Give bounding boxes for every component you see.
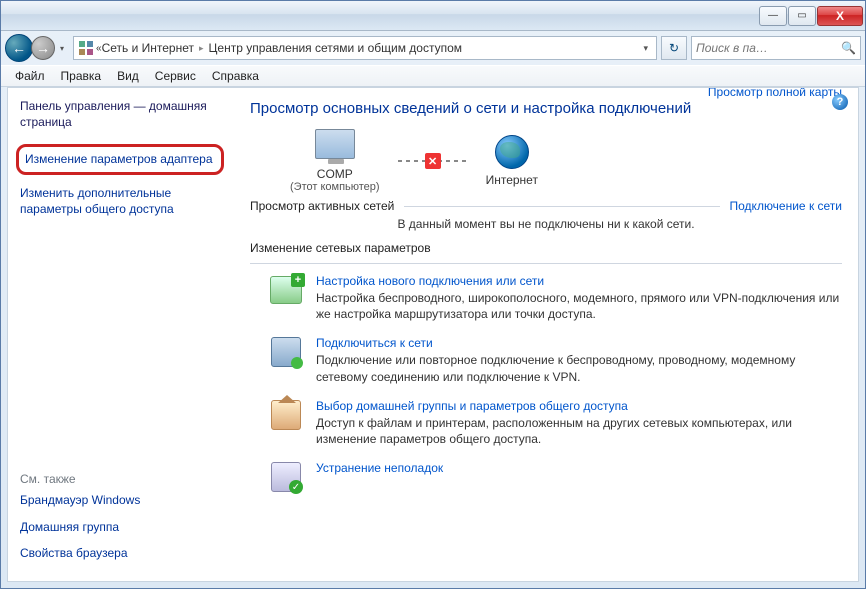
connect-link[interactable]: Подключение к сети: [730, 199, 842, 213]
sidebar-browser[interactable]: Свойства браузера: [20, 545, 224, 561]
highlighted-adapter-link: Изменение параметров адаптера: [16, 144, 224, 174]
menu-bar: Файл Правка Вид Сервис Справка: [1, 65, 865, 87]
task-connect[interactable]: Подключиться к сети Подключение или повт…: [268, 336, 842, 384]
search-box[interactable]: 🔍: [691, 36, 861, 60]
active-networks-label: Просмотр активных сетей: [250, 199, 394, 213]
main-panel: ? Просмотр основных сведений о сети и на…: [228, 88, 858, 581]
task-homegroup[interactable]: Выбор домашней группы и параметров общег…: [268, 399, 842, 447]
page-title: Просмотр основных сведений о сети и наст…: [250, 100, 842, 117]
see-also-heading: См. также: [20, 472, 224, 486]
globe-icon: [495, 135, 529, 169]
network-line: ✕: [398, 160, 468, 162]
menu-view[interactable]: Вид: [109, 67, 147, 85]
sidebar-homegroup[interactable]: Домашняя группа: [20, 519, 224, 535]
breadcrumb-overflow[interactable]: «: [96, 43, 100, 54]
wizard-icon: [270, 276, 302, 304]
address-bar[interactable]: « Сеть и Интернет ▸ Центр управления сет…: [73, 36, 657, 60]
minimize-button[interactable]: —: [759, 6, 787, 26]
sidebar-sharing-settings[interactable]: Изменить дополнительные параметры общего…: [20, 185, 224, 217]
sidebar: Панель управления — домашняя страница Из…: [8, 88, 228, 581]
breadcrumb-part2[interactable]: Центр управления сетями и общим доступом: [209, 41, 463, 55]
task-homegroup-desc: Доступ к файлам и принтерам, расположенн…: [316, 415, 842, 447]
homegroup-icon: [271, 400, 301, 430]
task-connect-title[interactable]: Подключиться к сети: [316, 336, 842, 350]
task-new-connection[interactable]: Настройка нового подключения или сети На…: [268, 274, 842, 322]
search-input[interactable]: [696, 41, 839, 55]
task-troubleshoot-title[interactable]: Устранение неполадок: [316, 461, 443, 475]
sidebar-firewall[interactable]: Брандмауэр Windows: [20, 492, 224, 508]
back-button[interactable]: ←: [5, 34, 33, 62]
menu-help[interactable]: Справка: [204, 67, 267, 85]
sidebar-adapter-settings[interactable]: Изменение параметров адаптера: [25, 151, 215, 167]
task-troubleshoot[interactable]: Устранение неполадок: [268, 461, 842, 493]
change-settings-label: Изменение сетевых параметров: [250, 241, 842, 255]
menu-file[interactable]: Файл: [7, 67, 53, 85]
computer-icon: [315, 129, 355, 159]
no-network-message: В данный момент вы не подключены ни к ка…: [250, 217, 842, 231]
close-button[interactable]: X: [817, 6, 863, 26]
active-networks-section: Просмотр активных сетей Подключение к се…: [250, 199, 842, 213]
internet-label: Интернет: [486, 173, 538, 187]
computer-name: COMP: [317, 167, 353, 181]
window: — ▭ X ← → ▾ « Сеть и Интернет ▸ Центр уп…: [0, 0, 866, 589]
troubleshoot-icon: [271, 462, 301, 492]
menu-service[interactable]: Сервис: [147, 67, 204, 85]
internet-node: Интернет: [486, 135, 538, 187]
task-new-connection-desc: Настройка беспроводного, широкополосного…: [316, 290, 842, 322]
breadcrumb-part1[interactable]: Сеть и Интернет: [102, 41, 194, 55]
task-homegroup-title[interactable]: Выбор домашней группы и параметров общег…: [316, 399, 842, 413]
disconnected-icon: ✕: [425, 153, 441, 169]
task-connect-desc: Подключение или повторное подключение к …: [316, 352, 842, 384]
task-new-connection-title[interactable]: Настройка нового подключения или сети: [316, 274, 842, 288]
control-panel-icon: [78, 40, 94, 56]
full-map-link[interactable]: Просмотр полной карты: [250, 88, 842, 99]
menu-edit[interactable]: Правка: [53, 67, 110, 85]
nav-row: ← → ▾ « Сеть и Интернет ▸ Центр управлен…: [1, 31, 865, 65]
network-map: COMP (Этот компьютер) ✕ Интернет: [290, 129, 842, 193]
titlebar: — ▭ X: [1, 1, 865, 31]
forward-button[interactable]: →: [31, 36, 55, 60]
history-dropdown[interactable]: ▾: [55, 37, 69, 59]
sidebar-home[interactable]: Панель управления — домашняя страница: [20, 98, 224, 130]
this-computer-node: COMP (Этот компьютер): [290, 129, 380, 193]
refresh-button[interactable]: ↻: [661, 36, 687, 60]
connect-icon: [271, 337, 301, 367]
help-icon[interactable]: ?: [832, 94, 848, 110]
nav-buttons: ← → ▾: [5, 34, 69, 62]
content: Панель управления — домашняя страница Из…: [7, 87, 859, 582]
breadcrumb-sep-icon: ▸: [199, 43, 204, 54]
computer-sub: (Этот компьютер): [290, 181, 380, 193]
maximize-button[interactable]: ▭: [788, 6, 816, 26]
address-dropdown-icon[interactable]: ▾: [639, 43, 652, 54]
search-icon[interactable]: 🔍: [841, 41, 856, 55]
